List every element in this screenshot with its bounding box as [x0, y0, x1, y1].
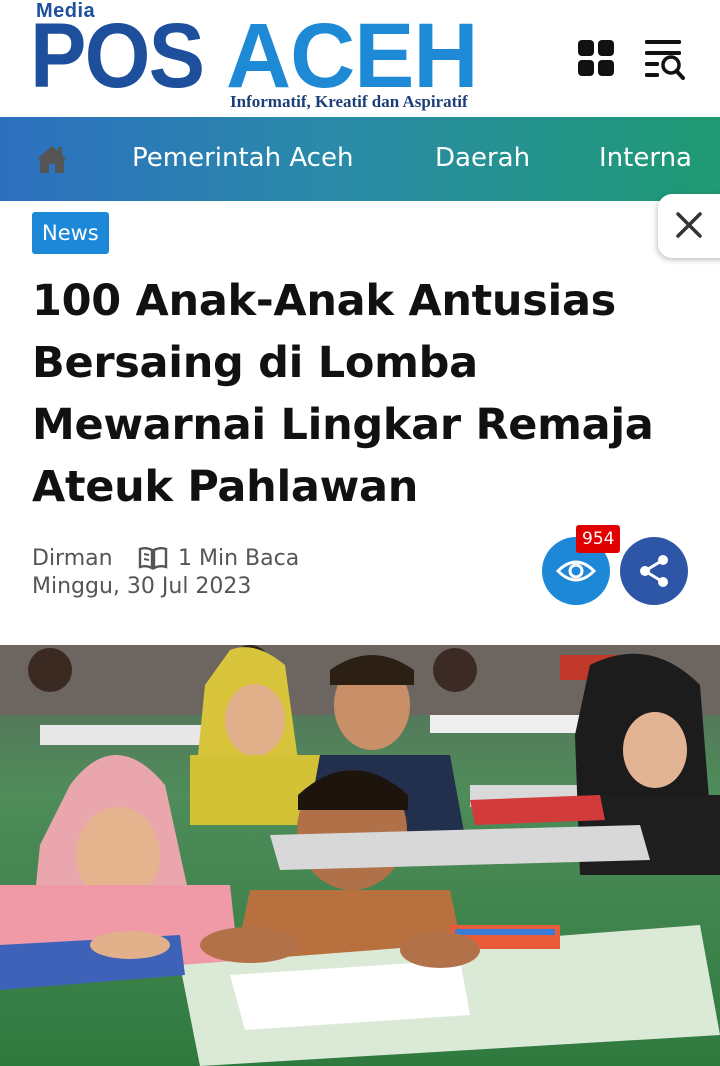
category-badge[interactable]: News	[32, 212, 109, 254]
article-author[interactable]: Dirman	[32, 546, 113, 571]
article-title: 100 Anak-Anak Antusias Bersaing di Lomba…	[32, 276, 654, 512]
logo-aceh-text: ACEH	[226, 5, 479, 107]
close-icon	[676, 212, 702, 238]
close-button[interactable]	[658, 194, 720, 258]
home-icon[interactable]	[36, 143, 68, 175]
view-count-badge: 954	[576, 525, 621, 553]
share-button[interactable]	[620, 537, 688, 605]
eye-icon	[556, 560, 596, 582]
logo-tagline: Informatif, Kreatif dan Aspiratif	[230, 92, 468, 111]
nav-item-daerah[interactable]: Daerah	[435, 143, 530, 173]
main-navigation: Pemerintah Aceh Daerah Interna	[0, 117, 720, 201]
children-coloring-photo	[0, 645, 720, 1066]
site-header: POS ACEH Media Informatif, Kreatif dan A…	[0, 0, 720, 117]
logo-pos-text: POS	[30, 5, 205, 107]
read-time: 1 Min Baca	[178, 546, 300, 571]
nav-item-pemerintah-aceh[interactable]: Pemerintah Aceh	[132, 143, 353, 173]
book-icon	[138, 546, 168, 570]
site-logo[interactable]: POS ACEH Media Informatif, Kreatif dan A…	[30, 0, 535, 117]
article-photo[interactable]	[0, 645, 720, 1066]
article-date: Minggu, 30 Jul 2023	[32, 574, 252, 599]
share-icon	[640, 555, 668, 587]
nav-item-internasional[interactable]: Interna	[599, 143, 692, 173]
search-menu-icon[interactable]	[645, 38, 685, 80]
grid-icon[interactable]	[578, 40, 614, 76]
logo-media-text: Media	[36, 0, 96, 22]
